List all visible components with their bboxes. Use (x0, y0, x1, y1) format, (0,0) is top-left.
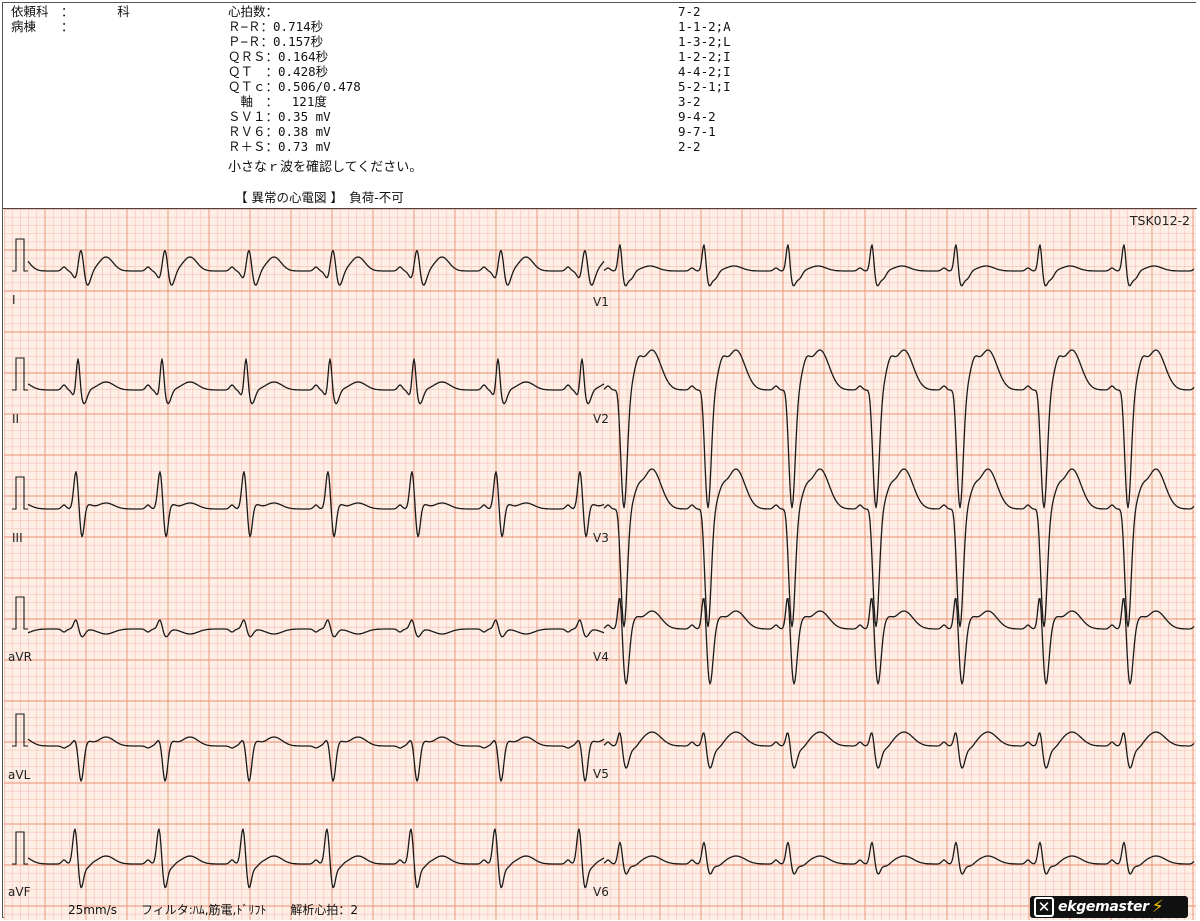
lead-label-avl: aVL (8, 768, 31, 782)
measurement-qt: ＱＴ ：0.428秒 (228, 64, 329, 79)
lead-label-iii: III (12, 531, 23, 545)
lead-label-v6: V6 (593, 885, 609, 899)
report-header: 依頼科 ： 科 病棟 ： 心拍数： Ｒ−Ｒ：0.714秒 Ｐ−Ｒ：0.157秒 … (3, 3, 1197, 209)
ward-field: 病棟 ： (11, 19, 74, 34)
record-id: TSK012-2 (1129, 213, 1190, 228)
heart-rate-field: 心拍数： (228, 4, 279, 19)
lead-label-v2: V2 (593, 412, 609, 426)
lead-label-i: I (12, 293, 16, 307)
lead-label-v3: V3 (593, 531, 609, 545)
measurement-qtc: ＱＴｃ：0.506/0.478 (228, 79, 361, 94)
ecg-grid-and-traces (4, 209, 1196, 920)
lightning-icon: ⚡ (1151, 897, 1164, 917)
minnesota-code: 2-2 (678, 139, 701, 154)
measurement-qrs: ＱＲＳ：0.164秒 (228, 49, 329, 64)
lead-label-avr: aVR (8, 650, 32, 664)
minnesota-code: 7-2 (678, 4, 701, 19)
lead-label-v5: V5 (593, 767, 609, 781)
lead-label-v4: V4 (593, 650, 609, 664)
measurement-rr: Ｒ−Ｒ：0.714秒 (228, 19, 324, 34)
x-logo-icon: ✕ (1034, 897, 1054, 917)
minnesota-code: 5-2-1;I (678, 79, 731, 94)
minnesota-code: 1-3-2;L (678, 34, 731, 49)
lead-label-avf: aVF (8, 885, 31, 899)
measurement-sv1: ＳＶ１：0.35 mV (228, 109, 331, 124)
interpretation-note: 小さなｒ波を確認してください。 (228, 160, 423, 175)
minnesota-code: 9-4-2 (678, 109, 716, 124)
measurement-pr: Ｐ−Ｒ：0.157秒 (228, 34, 324, 49)
measurement-axis: 軸 ： 121度 (228, 94, 327, 109)
ecg-trace-area: I II III aVR aVL aVF V1 V2 V3 V4 V5 V6 T… (4, 209, 1196, 920)
dept-field: 依頼科 ： 科 (11, 4, 130, 19)
minnesota-code: 3-2 (678, 94, 701, 109)
minnesota-code: 1-1-2;A (678, 19, 731, 34)
brand-logo: ✕ ekgemaster ⚡ (1030, 896, 1188, 918)
minnesota-code: 9-7-1 (678, 124, 716, 139)
diagnosis-status: 【 異常の心電図 】 負荷-不可 (235, 190, 404, 205)
measurement-rs: Ｒ＋Ｓ：0.73 mV (228, 139, 331, 154)
minnesota-code: 1-2-2;I (678, 49, 731, 64)
recording-settings: 25mm/s フィルタ:ﾊﾑ,筋電,ﾄﾞﾘﾌﾄ 解析心拍：2 (68, 903, 359, 917)
logo-text: ekgemaster (1058, 899, 1149, 915)
minnesota-code: 4-4-2;I (678, 64, 731, 79)
measurement-rv6: ＲＶ６：0.38 mV (228, 124, 331, 139)
lead-label-v1: V1 (593, 295, 609, 309)
lead-label-ii: II (12, 412, 20, 426)
